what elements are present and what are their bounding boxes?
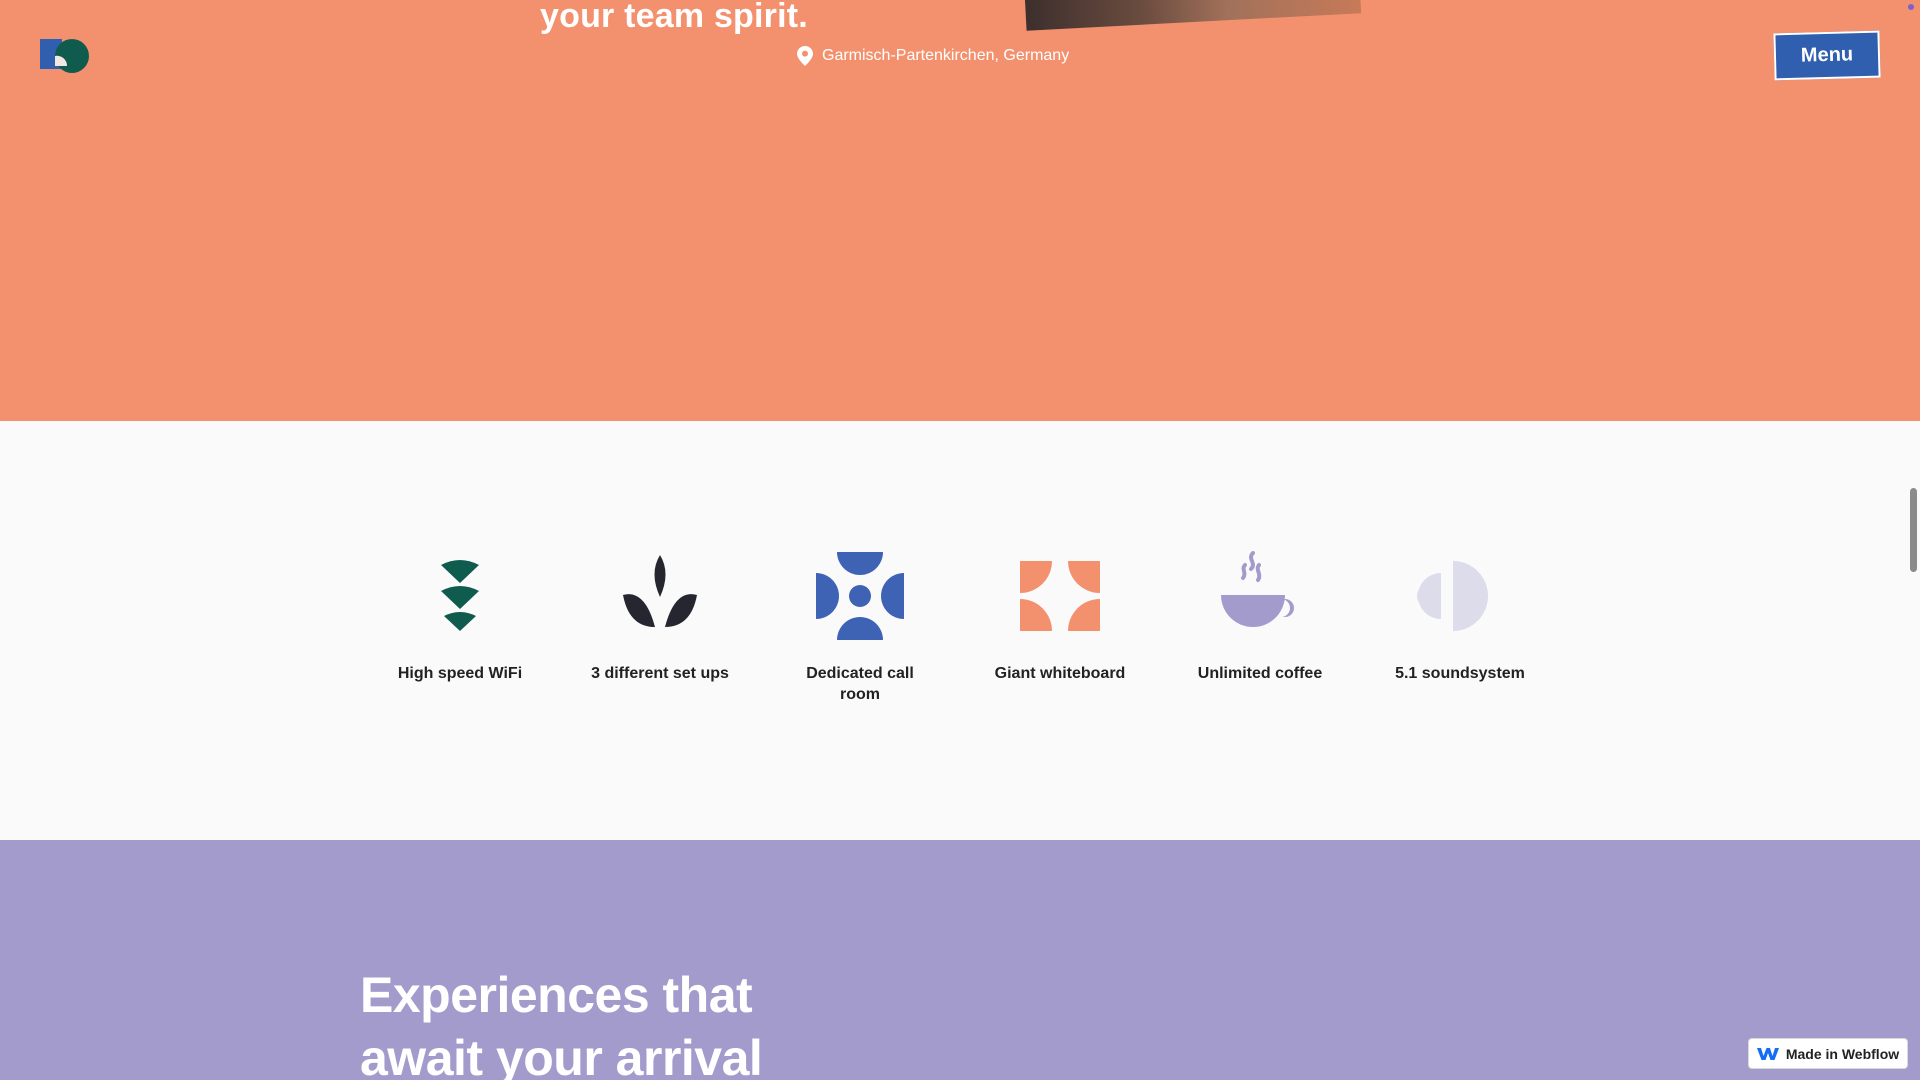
amenities-section: High speed WiFi 3 different set ups Dedi… — [0, 421, 1920, 840]
amenity-label: 3 different set ups — [591, 665, 729, 682]
badge-label: Made in Webflow — [1785, 1045, 1900, 1062]
amenity-wifi: High speed WiFi — [385, 551, 535, 684]
call-room-icon — [816, 552, 904, 640]
amenity-call-room: Dedicated call room — [785, 551, 935, 705]
experiences-section: Experiences that await your arrival — [0, 840, 1920, 1080]
amenity-soundsystem: 5.1 soundsystem — [1385, 551, 1535, 684]
amenity-whiteboard: Giant whiteboard — [985, 551, 1135, 684]
webflow-logo-icon — [1756, 1047, 1779, 1060]
location: Garmisch-Partenkirchen, Germany — [796, 45, 1069, 67]
corner-dot — [1908, 4, 1914, 10]
hero-photo — [1023, 0, 1362, 31]
wifi-icon — [441, 560, 479, 631]
amenity-coffee: Unlimited coffee — [1185, 551, 1335, 684]
experiences-heading: Experiences that await your arrival — [360, 967, 763, 1080]
site-logo-icon[interactable] — [38, 36, 92, 76]
location-text: Garmisch-Partenkirchen, Germany — [822, 47, 1070, 64]
amenity-label: High speed WiFi — [397, 665, 523, 682]
amenity-label: Giant whiteboard — [994, 665, 1126, 682]
amenity-label: 5.1 soundsystem — [1395, 665, 1525, 682]
amenity-label: Unlimited coffee — [1197, 665, 1323, 682]
page-scrollbar[interactable] — [1910, 488, 1917, 572]
leaves-icon — [623, 555, 697, 627]
speaker-icon — [1417, 561, 1488, 631]
whiteboard-icon — [1020, 561, 1100, 631]
hero-section: your team spirit. Garmisch-Partenkirchen… — [0, 0, 1920, 421]
menu-button[interactable]: Menu — [1773, 30, 1881, 81]
coffee-cup-icon — [1221, 551, 1294, 627]
map-pin-icon — [797, 46, 813, 66]
made-in-webflow-badge[interactable]: Made in Webflow — [1748, 1038, 1908, 1069]
amenity-setups: 3 different set ups — [585, 551, 735, 684]
hero-tagline: your team spirit. — [540, 0, 808, 35]
amenity-label: Dedicated call room — [806, 665, 914, 703]
